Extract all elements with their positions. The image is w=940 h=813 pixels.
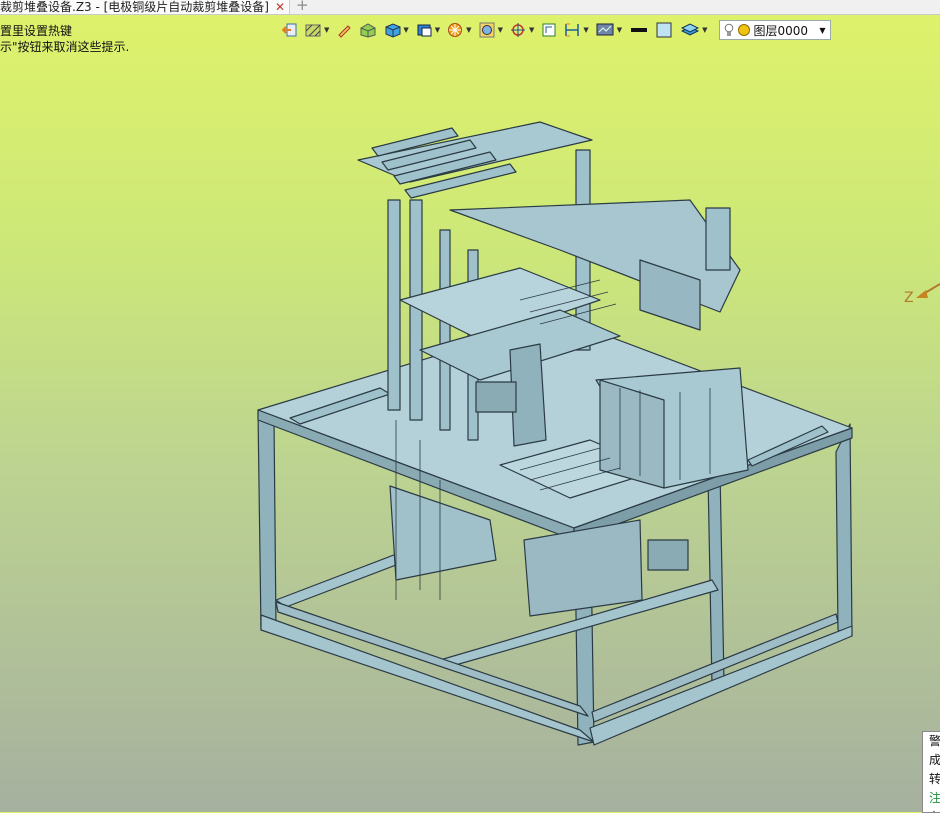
- message-line: 警: [929, 734, 940, 748]
- model-viewport[interactable]: [0, 0, 940, 812]
- message-line: 成: [929, 753, 940, 767]
- message-line: 在: [929, 808, 940, 812]
- axis-label: Z: [904, 290, 914, 306]
- message-panel[interactable]: 警 成 转 注 在: [922, 731, 940, 813]
- message-line: 转: [929, 772, 940, 786]
- message-line: 注: [929, 791, 940, 805]
